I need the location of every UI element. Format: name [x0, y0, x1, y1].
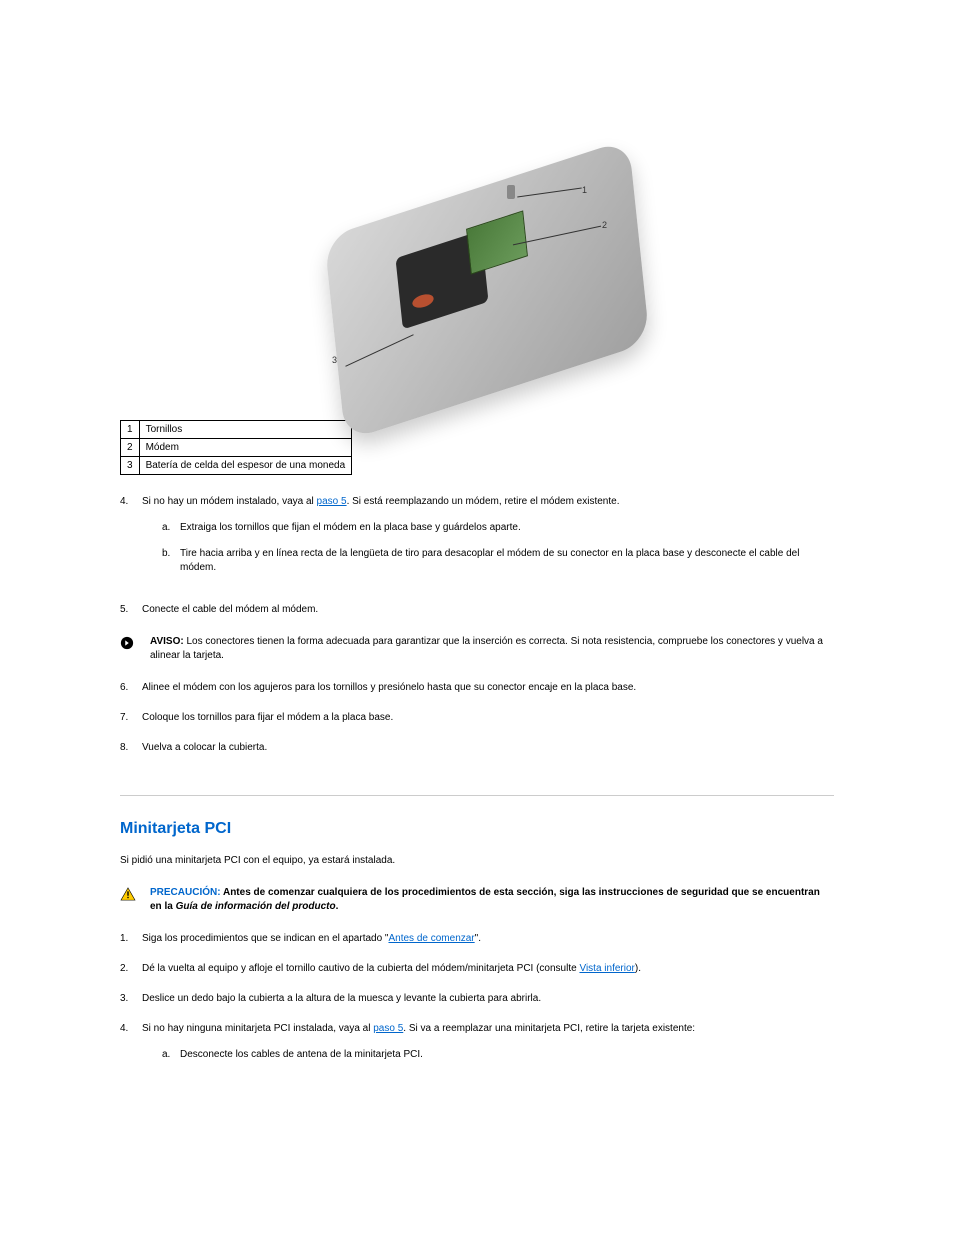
substep-marker: b. — [162, 547, 180, 575]
table-cell-label: Tornillos — [139, 421, 352, 439]
step-link[interactable]: paso 5 — [317, 496, 347, 507]
step-suffix: . Si está reemplazando un módem, retire … — [347, 496, 620, 507]
callout-2: 2 — [602, 220, 607, 230]
pci-step-1: 1. Siga los procedimientos que se indica… — [120, 932, 834, 946]
modem-steps: 4. Si no hay un módem instalado, vaya al… — [120, 495, 834, 617]
pci-step-3: 3. Deslice un dedo bajo la cubierta a la… — [120, 992, 834, 1006]
step-text: Coloque los tornillos para fijar el móde… — [142, 711, 834, 725]
caution-body2: . — [336, 901, 339, 912]
pci-step-4: 4. Si no hay ninguna minitarjeta PCI ins… — [120, 1022, 834, 1074]
step-text: Siga los procedimientos que se indican e… — [142, 932, 834, 946]
step-suffix: . Si va a reemplazar una minitarjeta PCI… — [403, 1023, 695, 1034]
section-title: Minitarjeta PCI — [120, 820, 834, 838]
step-link[interactable]: Antes de comenzar — [388, 933, 474, 944]
caution-notice: PRECAUCIÓN: Antes de comenzar cualquiera… — [120, 886, 834, 914]
step-6: 6. Alinee el módem con los agujeros para… — [120, 681, 834, 695]
table-cell-label: Batería de celda del espesor de una mone… — [139, 457, 352, 475]
table-cell-num: 3 — [121, 457, 140, 475]
callout-1: 1 — [582, 185, 587, 195]
notice-label: AVISO: — [150, 636, 184, 647]
substep-a: a. Extraiga los tornillos que fijan el m… — [162, 521, 834, 535]
step-5: 5. Conecte el cable del módem al módem. — [120, 603, 834, 617]
parts-table: 1 Tornillos 2 Módem 3 Batería de celda d… — [120, 420, 352, 475]
caution-icon — [120, 886, 150, 906]
step-number: 3. — [120, 992, 142, 1006]
step-number: 7. — [120, 711, 142, 725]
table-cell-label: Módem — [139, 439, 352, 457]
modem-figure: 1 2 3 — [120, 100, 834, 380]
substep-marker: a. — [162, 521, 180, 535]
aviso-notice: AVISO: Los conectores tienen la forma ad… — [120, 635, 834, 663]
substep-marker: a. — [162, 1048, 180, 1062]
table-row: 1 Tornillos — [121, 421, 352, 439]
product-guide: Guía de información del producto — [176, 901, 336, 912]
step-text: Alinee el módem con los agujeros para lo… — [142, 681, 834, 695]
step-link[interactable]: paso 5 — [373, 1023, 403, 1034]
step-prefix: Dé la vuelta al equipo y afloje el torni… — [142, 963, 579, 974]
step-number: 5. — [120, 603, 142, 617]
step-text: Si no hay un módem instalado, vaya al pa… — [142, 495, 834, 587]
step-number: 2. — [120, 962, 142, 976]
step-number: 4. — [120, 495, 142, 587]
substep-b: b. Tire hacia arriba y en línea recta de… — [162, 547, 834, 575]
step-8: 8. Vuelva a colocar la cubierta. — [120, 741, 834, 755]
substep-text: Tire hacia arriba y en línea recta de la… — [180, 547, 834, 575]
pci-step-2: 2. Dé la vuelta al equipo y afloje el to… — [120, 962, 834, 976]
notice-body: Los conectores tienen la forma adecuada … — [150, 636, 823, 661]
step-text: Vuelva a colocar la cubierta. — [142, 741, 834, 755]
caution-text: PRECAUCIÓN: Antes de comenzar cualquiera… — [150, 886, 834, 914]
table-row: 2 Módem — [121, 439, 352, 457]
step-number: 6. — [120, 681, 142, 695]
step-text: Si no hay ninguna minitarjeta PCI instal… — [142, 1022, 834, 1074]
step-text: Conecte el cable del módem al módem. — [142, 603, 834, 617]
step-prefix: Si no hay ninguna minitarjeta PCI instal… — [142, 1023, 373, 1034]
step-suffix: ". — [475, 933, 481, 944]
substep-text: Extraiga los tornillos que fijan el móde… — [180, 521, 834, 535]
caution-label: PRECAUCIÓN: — [150, 887, 223, 898]
notice-text: AVISO: Los conectores tienen la forma ad… — [150, 635, 834, 663]
table-row: 3 Batería de celda del espesor de una mo… — [121, 457, 352, 475]
step-prefix: Si no hay un módem instalado, vaya al — [142, 496, 317, 507]
section-divider — [120, 795, 834, 796]
step-text: Deslice un dedo bajo la cubierta a la al… — [142, 992, 834, 1006]
pci-steps: 1. Siga los procedimientos que se indica… — [120, 932, 834, 1074]
callout-3: 3 — [332, 355, 337, 365]
step-suffix: ). — [635, 963, 641, 974]
step-prefix: Siga los procedimientos que se indican e… — [142, 933, 388, 944]
step-text: Dé la vuelta al equipo y afloje el torni… — [142, 962, 834, 976]
step-number: 8. — [120, 741, 142, 755]
notice-icon — [120, 635, 150, 655]
step-7: 7. Coloque los tornillos para fijar el m… — [120, 711, 834, 725]
step-number: 4. — [120, 1022, 142, 1074]
section-intro: Si pidió una minitarjeta PCI con el equi… — [120, 854, 834, 868]
modem-steps-cont: 6. Alinee el módem con los agujeros para… — [120, 681, 834, 755]
pci-substep-a: a. Desconecte los cables de antena de la… — [162, 1048, 834, 1062]
step-number: 1. — [120, 932, 142, 946]
table-cell-num: 1 — [121, 421, 140, 439]
figure-illustration: 1 2 3 — [337, 100, 617, 380]
table-cell-num: 2 — [121, 439, 140, 457]
step-link[interactable]: Vista inferior — [579, 963, 634, 974]
substep-text: Desconecte los cables de antena de la mi… — [180, 1048, 834, 1062]
step-4: 4. Si no hay un módem instalado, vaya al… — [120, 495, 834, 587]
